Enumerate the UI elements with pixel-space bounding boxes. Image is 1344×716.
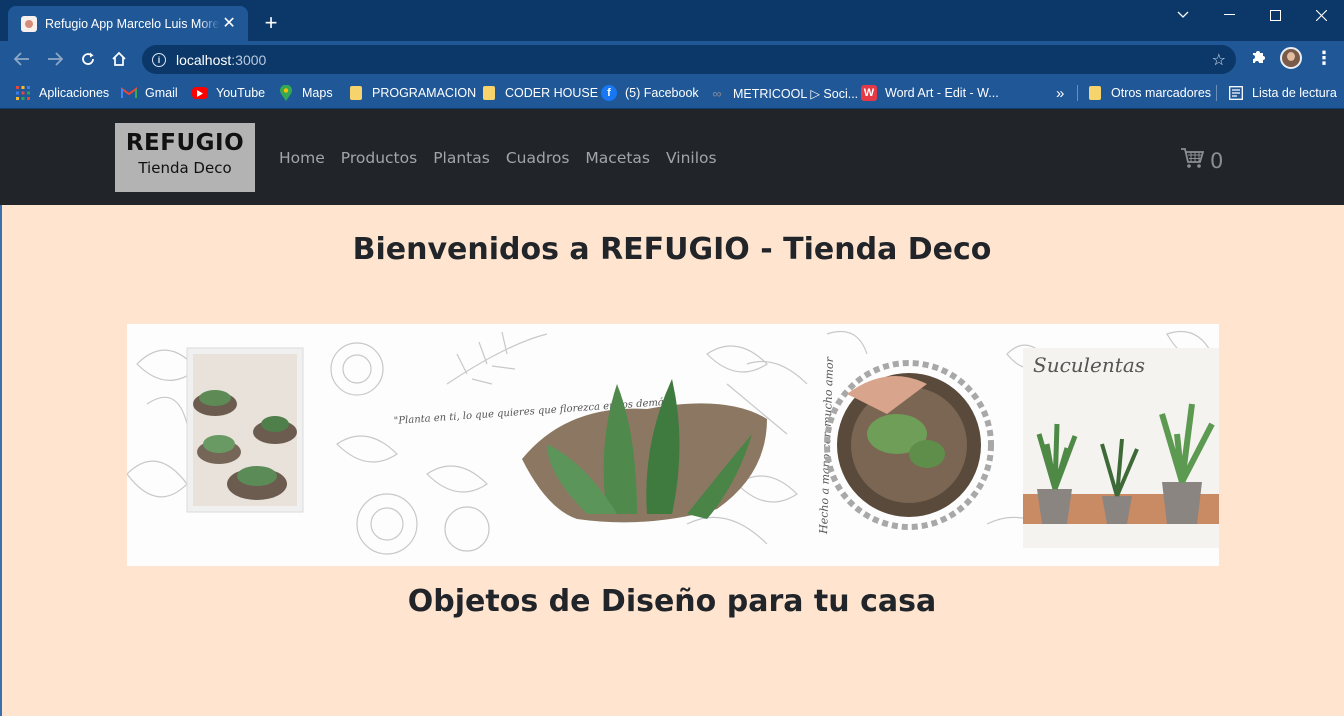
bookmark-metricool[interactable]: ∞ METRICOOL ▷ Soci... bbox=[709, 83, 858, 103]
nav-cuadros[interactable]: Cuadros bbox=[506, 149, 570, 167]
bookmark-label: CODER HOUSE bbox=[505, 86, 599, 100]
logo-main-text: REFUGIO bbox=[125, 130, 245, 156]
favicon-icon bbox=[21, 15, 37, 32]
page-edge bbox=[0, 205, 2, 716]
hero-banner-image: "Planta en ti, lo que quieres que florez… bbox=[127, 324, 1219, 566]
reading-list-button[interactable]: Lista de lectura bbox=[1228, 83, 1337, 103]
banner-heading: Suculentas bbox=[1033, 353, 1145, 377]
page-subtitle: Objetos de Diseño para tu casa bbox=[407, 584, 937, 619]
browser-tab-strip: Refugio App Marcelo Luis Moreno ✕ + bbox=[0, 0, 1344, 41]
bookmark-label: Maps bbox=[302, 86, 333, 100]
tab-title: Refugio App Marcelo Luis Moreno bbox=[45, 16, 221, 31]
nav-plantas[interactable]: Plantas bbox=[433, 149, 490, 167]
cart-icon bbox=[1180, 147, 1205, 174]
bookmark-label: METRICOOL ▷ Soci... bbox=[733, 86, 859, 101]
forward-icon[interactable] bbox=[43, 47, 67, 71]
bookmarks-bar: Aplicaciones Gmail YouTube Maps PROGRAMA… bbox=[0, 77, 1344, 109]
bookmark-youtube[interactable]: YouTube bbox=[192, 83, 265, 103]
wordart-icon: W bbox=[861, 85, 877, 101]
new-tab-icon[interactable]: + bbox=[260, 12, 282, 34]
bookmark-label: (5) Facebook bbox=[625, 86, 699, 100]
site-info-icon[interactable]: i bbox=[152, 52, 166, 67]
cart-widget[interactable]: 0 bbox=[1180, 147, 1223, 174]
maximize-icon[interactable] bbox=[1252, 0, 1298, 30]
banner-illustration: "Planta en ti, lo que quieres que florez… bbox=[127, 330, 1219, 555]
address-bar[interactable]: i localhost:3000 ☆ bbox=[142, 45, 1236, 74]
nav-home[interactable]: Home bbox=[279, 149, 325, 167]
bookmark-label: Word Art - Edit - W... bbox=[885, 86, 999, 100]
url-host: localhost bbox=[176, 51, 232, 68]
nav-vinilos[interactable]: Vinilos bbox=[666, 149, 717, 167]
nav-links: Home Productos Plantas Cuadros Macetas V… bbox=[279, 149, 733, 167]
bookmark-label: PROGRAMACION bbox=[372, 86, 477, 100]
browser-toolbar: i localhost:3000 ☆ ⋮ bbox=[0, 41, 1344, 77]
metricool-icon: ∞ bbox=[712, 85, 722, 101]
bookmark-label: YouTube bbox=[216, 86, 266, 100]
banner-vertical-text: Hecho a mano con mucho amor bbox=[817, 356, 836, 535]
apps-grid-icon bbox=[15, 85, 31, 101]
maps-icon bbox=[278, 85, 294, 101]
bookmark-apps[interactable]: Aplicaciones bbox=[15, 83, 109, 103]
folder-icon bbox=[483, 86, 495, 100]
home-icon[interactable] bbox=[107, 47, 131, 71]
profile-avatar[interactable] bbox=[1280, 47, 1302, 69]
bookmark-star-icon[interactable]: ☆ bbox=[1212, 50, 1226, 70]
cart-count: 0 bbox=[1210, 148, 1224, 173]
bookmark-folder-coder-house[interactable]: CODER HOUSE bbox=[483, 83, 598, 103]
site-navbar: REFUGIO Tienda Deco Home Productos Plant… bbox=[0, 109, 1344, 205]
folder-icon bbox=[1089, 86, 1101, 100]
bookmark-label: Otros marcadores bbox=[1111, 86, 1212, 100]
bookmark-folder-programacion[interactable]: PROGRAMACION bbox=[350, 83, 476, 103]
nav-macetas[interactable]: Macetas bbox=[585, 149, 650, 167]
bookmarks-separator bbox=[1077, 85, 1078, 101]
bookmark-other-folder[interactable]: Otros marcadores bbox=[1089, 83, 1211, 103]
bookmarks-separator bbox=[1216, 85, 1217, 101]
close-window-icon[interactable] bbox=[1298, 0, 1344, 30]
tab-search-icon[interactable] bbox=[1160, 0, 1206, 30]
youtube-icon bbox=[192, 87, 208, 99]
bookmark-label: Aplicaciones bbox=[39, 86, 110, 100]
close-tab-icon[interactable]: ✕ bbox=[220, 15, 238, 33]
bookmark-facebook[interactable]: f (5) Facebook bbox=[601, 83, 699, 103]
folder-icon bbox=[350, 86, 362, 100]
bookmark-label: Gmail bbox=[145, 86, 178, 100]
site-logo[interactable]: REFUGIO Tienda Deco bbox=[115, 123, 255, 192]
url-port: :3000 bbox=[231, 51, 267, 68]
bookmarks-overflow-button[interactable]: » bbox=[1056, 83, 1064, 103]
browser-menu-icon[interactable]: ⋮ bbox=[1315, 48, 1333, 69]
bookmark-wordart[interactable]: W Word Art - Edit - W... bbox=[861, 83, 999, 103]
extensions-icon[interactable] bbox=[1250, 49, 1266, 70]
nav-productos[interactable]: Productos bbox=[341, 149, 417, 167]
back-icon[interactable] bbox=[10, 47, 34, 71]
bookmark-maps[interactable]: Maps bbox=[278, 83, 333, 103]
facebook-icon: f bbox=[601, 85, 617, 101]
reading-list-icon bbox=[1228, 85, 1244, 101]
bookmark-label: Lista de lectura bbox=[1252, 86, 1337, 100]
logo-sub-text: Tienda Deco bbox=[138, 159, 232, 177]
page-title: Bienvenidos a REFUGIO - Tienda Deco bbox=[352, 232, 992, 267]
gmail-icon bbox=[121, 85, 137, 101]
reload-icon[interactable] bbox=[76, 47, 100, 71]
browser-tab[interactable]: Refugio App Marcelo Luis Moreno ✕ bbox=[8, 6, 248, 41]
bookmark-gmail[interactable]: Gmail bbox=[121, 83, 178, 103]
minimize-icon[interactable] bbox=[1206, 0, 1252, 30]
